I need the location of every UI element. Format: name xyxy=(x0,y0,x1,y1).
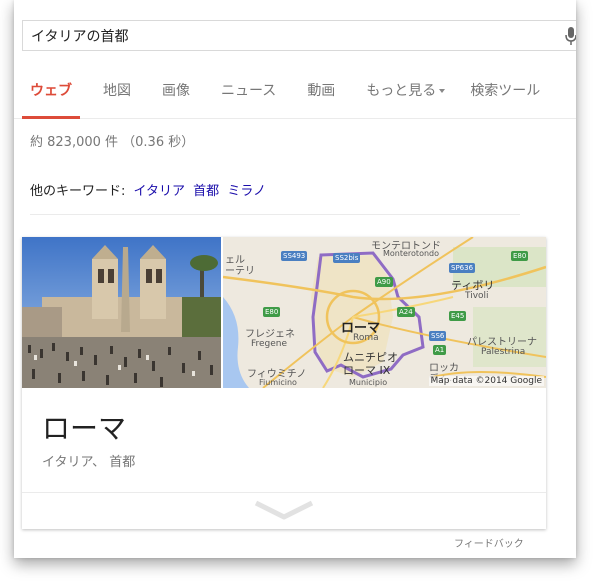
entity-title: ローマ xyxy=(42,412,127,445)
spanish-steps-image xyxy=(22,237,221,388)
keyword-link-milan[interactable]: ミラノ xyxy=(227,184,266,199)
map-label-fregene-jp: フレジェネ xyxy=(245,329,295,340)
map-label-fiumicino: Fiumicino xyxy=(259,378,297,387)
entity-subtitle: イタリア、 首都 xyxy=(42,455,136,470)
tab-news[interactable]: ニュース xyxy=(221,62,276,119)
road-badge-ss2bis: SS2bis xyxy=(333,253,361,263)
keyword-link-italy[interactable]: イタリア xyxy=(134,184,185,199)
map-label-fregene: Fregene xyxy=(251,339,288,349)
tab-videos[interactable]: 動画 xyxy=(307,62,335,119)
tab-web[interactable]: ウェブ xyxy=(22,62,80,119)
road-badge-a24: A24 xyxy=(397,307,415,317)
road-badge-e80-right: E80 xyxy=(511,251,529,261)
related-keywords: 他のキーワード: イタリア 首都 ミラノ xyxy=(30,180,266,199)
road-badge-e80-left: E80 xyxy=(263,307,281,317)
related-keywords-label: 他のキーワード: xyxy=(30,184,126,199)
search-input[interactable]: イタリアの首都 xyxy=(22,20,576,51)
tab-images[interactable]: 画像 xyxy=(162,62,190,119)
expand-chevron-icon[interactable] xyxy=(252,499,316,521)
road-badge-e45: E45 xyxy=(449,311,467,321)
rome-photo[interactable] xyxy=(22,237,221,388)
chevron-down-icon xyxy=(439,89,446,93)
knowledge-card: モンテロトンド Monterotondo ェル ーテリ ティボリ Tivoli … xyxy=(22,237,546,529)
result-stats: 約 823,000 件 （0.36 秒） xyxy=(30,135,195,150)
microphone-icon[interactable] xyxy=(564,26,576,46)
search-tabs: ウェブ 地図 画像 ニュース 動画 もっと見る 検索ツール xyxy=(14,62,576,119)
tab-search-tools[interactable]: 検索ツール xyxy=(470,62,540,119)
map-label-palestrina: Palestrina xyxy=(481,347,526,357)
tab-more[interactable]: もっと見る xyxy=(366,62,446,119)
page-content: イタリアの首都 ウェブ 地図 画像 ニュース 動画 もっと見る 検索ツール 約 … xyxy=(14,0,576,558)
map-label-monterotondo: Monterotondo xyxy=(383,249,440,258)
tab-maps[interactable]: 地図 xyxy=(103,62,131,119)
road-badge-ss6: SS6 xyxy=(429,331,447,341)
road-badge-a90: A90 xyxy=(375,277,393,287)
divider xyxy=(30,214,520,215)
keyword-link-capital[interactable]: 首都 xyxy=(193,184,219,199)
map-label-municipio: Municipio xyxy=(349,378,388,387)
search-query: イタリアの首都 xyxy=(31,28,129,45)
page-frame: イタリアの首都 ウェブ 地図 画像 ニュース 動画 もっと見る 検索ツール 約 … xyxy=(14,0,576,558)
road-badge-a1: A1 xyxy=(433,345,447,355)
feedback-link[interactable]: フィードバック xyxy=(454,535,524,550)
map-label-ceteri: ェル ーテリ xyxy=(225,255,255,277)
rome-map[interactable]: モンテロトンド Monterotondo ェル ーテリ ティボリ Tivoli … xyxy=(223,237,546,388)
map-attribution: Map data ©2014 Google xyxy=(428,376,544,386)
map-label-tivoli: Tivoli xyxy=(465,291,489,301)
card-divider xyxy=(22,492,546,493)
map-label-palestrina-jp: パレストリーナ xyxy=(467,337,537,348)
road-badge-ss493: SS493 xyxy=(281,251,308,261)
map-label-municipio-jp: ムニチピオ ローマ IX xyxy=(343,351,398,377)
road-badge-sp636: SP636 xyxy=(449,263,476,273)
map-label-roma: Roma xyxy=(353,333,379,343)
